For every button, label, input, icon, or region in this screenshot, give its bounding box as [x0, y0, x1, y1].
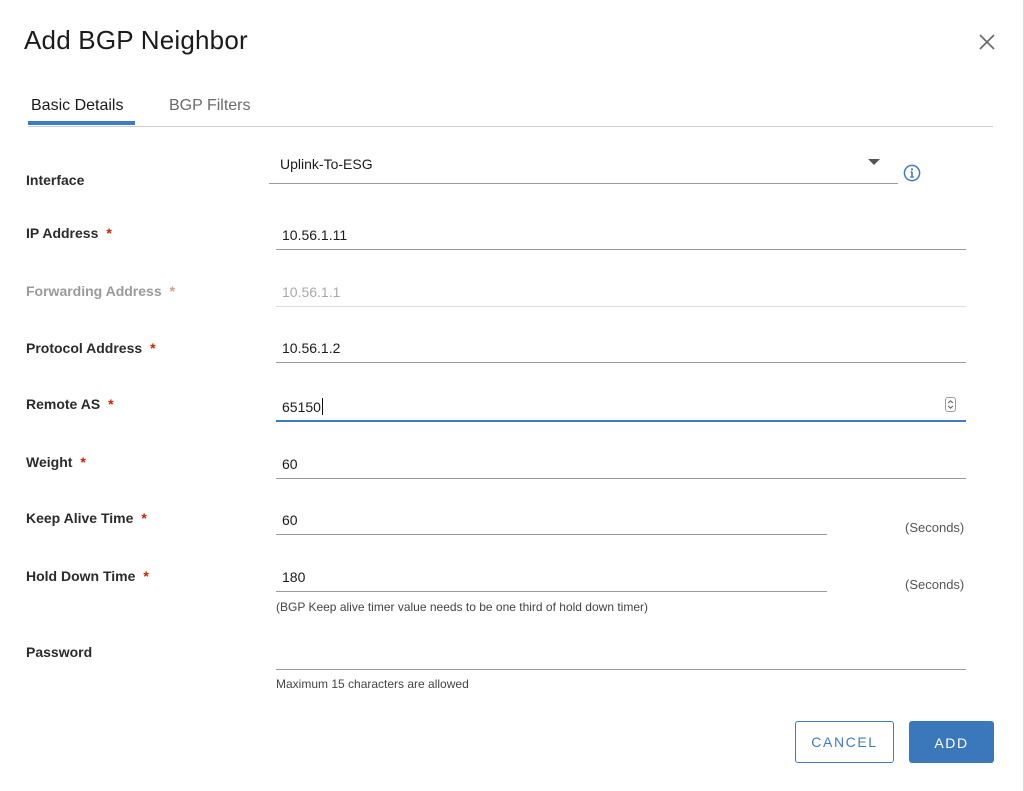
hold-down-time-label-text: Hold Down Time [26, 568, 136, 584]
weight-label-text: Weight [26, 454, 73, 470]
chevron-down-icon [868, 159, 880, 165]
required-marker: * [80, 454, 86, 470]
hold-down-time-label: Hold Down Time * [26, 568, 149, 584]
hold-down-help-text: (BGP Keep alive timer value needs to be … [276, 600, 648, 614]
required-marker: * [106, 225, 112, 241]
keep-alive-time-input[interactable]: 60 [276, 507, 827, 535]
ip-address-input[interactable]: 10.56.1.11 [276, 222, 966, 250]
required-marker: * [108, 396, 114, 412]
weight-value: 60 [282, 456, 298, 472]
forwarding-address-label-text: Forwarding Address [26, 283, 162, 299]
password-label-text: Password [26, 644, 93, 660]
forwarding-address-label: Forwarding Address * [26, 283, 175, 299]
cancel-button[interactable]: CANCEL [795, 721, 894, 763]
interface-label-text: Interface [26, 172, 85, 188]
text-cursor [321, 398, 323, 415]
ip-address-value: 10.56.1.11 [282, 227, 348, 243]
remote-as-value-wrap: 65150 [282, 398, 323, 415]
weight-input[interactable]: 60 [276, 451, 966, 479]
keep-alive-time-value: 60 [282, 512, 298, 528]
stepper-icon[interactable] [945, 397, 956, 412]
keep-alive-time-label-text: Keep Alive Time [26, 510, 134, 526]
protocol-address-label-text: Protocol Address [26, 340, 143, 356]
tab-basic-details[interactable]: Basic Details [31, 97, 123, 115]
interface-select-value: Uplink-To-ESG [280, 156, 373, 172]
weight-label: Weight * [26, 454, 86, 470]
interface-select[interactable]: Uplink-To-ESG [269, 150, 898, 184]
hold-down-unit: (Seconds) [905, 577, 965, 592]
forwarding-address-value: 10.56.1.1 [282, 284, 341, 300]
ip-address-label: IP Address * [26, 225, 112, 241]
protocol-address-label: Protocol Address * [26, 340, 156, 356]
required-marker: * [141, 510, 147, 526]
password-input[interactable] [276, 642, 966, 670]
add-bgp-neighbor-dialog: Add BGP Neighbor Basic Details BGP Filte… [0, 0, 1024, 791]
dialog-title: Add BGP Neighbor [24, 25, 248, 55]
add-button[interactable]: ADD [909, 721, 994, 763]
required-marker: * [150, 340, 156, 356]
keep-alive-time-label: Keep Alive Time * [26, 510, 147, 526]
remote-as-label-text: Remote AS [26, 396, 101, 412]
close-icon[interactable] [976, 31, 998, 53]
ip-address-label-text: IP Address [26, 225, 99, 241]
keep-alive-unit: (Seconds) [905, 520, 965, 535]
protocol-address-value: 10.56.1.2 [282, 340, 341, 356]
active-tab-indicator [28, 121, 135, 125]
remote-as-label: Remote AS * [26, 396, 114, 412]
tab-bar: Basic Details BGP Filters [28, 84, 993, 127]
interface-label: Interface [26, 172, 84, 188]
hold-down-time-value: 180 [282, 569, 306, 585]
protocol-address-input[interactable]: 10.56.1.2 [276, 335, 966, 363]
tab-bgp-filters[interactable]: BGP Filters [169, 97, 251, 115]
password-label: Password [26, 644, 92, 660]
info-icon[interactable] [903, 164, 921, 182]
password-help-text: Maximum 15 characters are allowed [276, 677, 469, 691]
required-marker: * [169, 283, 176, 299]
forwarding-address-input: 10.56.1.1 [276, 279, 966, 307]
required-marker: * [143, 568, 149, 584]
remote-as-input[interactable]: 65150 [276, 393, 966, 422]
remote-as-value: 65150 [282, 399, 321, 415]
hold-down-time-input[interactable]: 180 [276, 564, 827, 592]
